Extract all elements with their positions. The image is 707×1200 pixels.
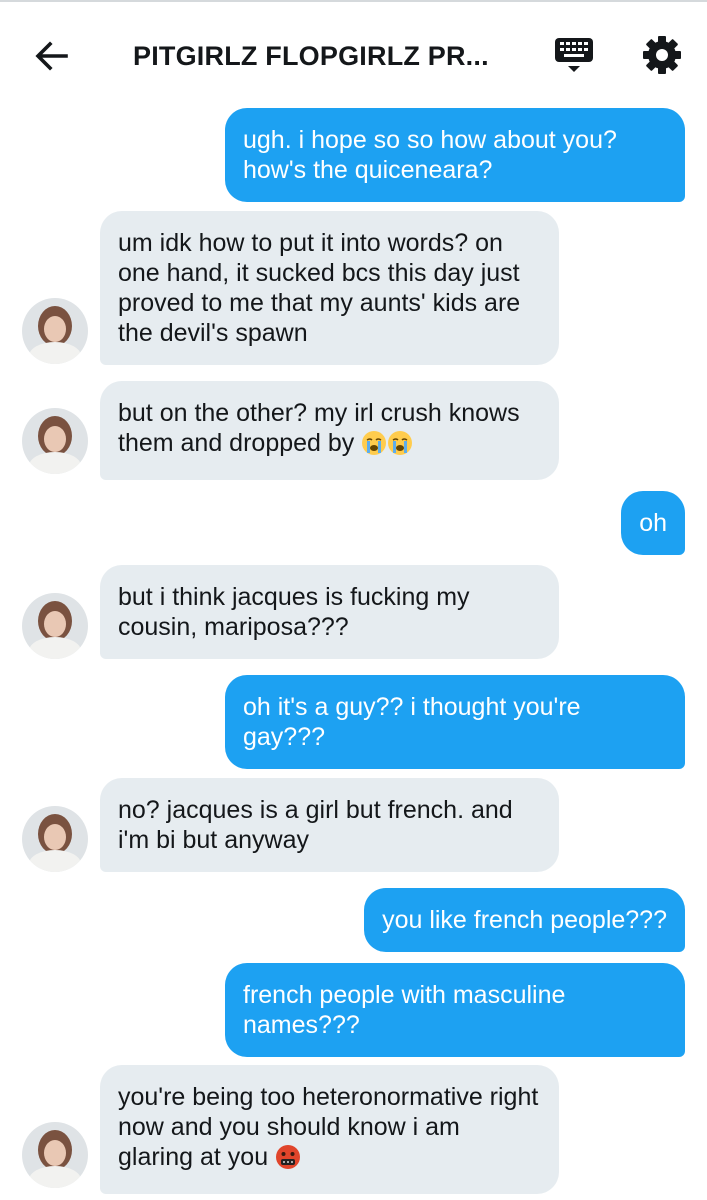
message-text: ugh. i hope so so how about you? how's t… — [243, 126, 617, 184]
message-text: um idk how to put it into words? on one … — [118, 229, 521, 347]
avatar[interactable] — [22, 298, 88, 364]
gear-icon — [643, 36, 681, 74]
face-with-symbols-on-mouth-emoji — [275, 1144, 301, 1177]
back-button[interactable] — [30, 34, 74, 78]
sent-message[interactable]: ugh. i hope so so how about you? how's t… — [225, 108, 685, 202]
avatar[interactable] — [22, 408, 88, 474]
avatar[interactable] — [22, 593, 88, 659]
loudly-crying-face-emoji — [361, 430, 387, 463]
avatar[interactable] — [22, 806, 88, 872]
message-text: oh it's a guy?? i thought you're gay??? — [243, 693, 581, 751]
received-message[interactable]: but i think jacques is fucking my cousin… — [100, 565, 559, 659]
received-message[interactable]: um idk how to put it into words? on one … — [100, 211, 559, 365]
sent-message[interactable]: oh — [621, 491, 685, 555]
received-message[interactable]: but on the other? my irl crush knows the… — [100, 381, 559, 480]
message-text: you like french people??? — [382, 906, 667, 934]
sent-message[interactable]: oh it's a guy?? i thought you're gay??? — [225, 675, 685, 769]
avatar-photo-icon — [22, 408, 88, 474]
message-text: oh — [639, 509, 667, 537]
conversation-title: PITGIRLZ FLOPGIRLZ PR... — [133, 41, 489, 71]
loudly-crying-face-emoji — [387, 430, 413, 463]
avatar-photo-icon — [22, 593, 88, 659]
arrow-left-icon — [35, 41, 68, 71]
received-message[interactable]: you're being too heteronormative right n… — [100, 1065, 559, 1194]
settings-button[interactable] — [639, 32, 685, 78]
sent-message[interactable]: you like french people??? — [364, 888, 685, 952]
received-message[interactable]: no? jacques is a girl but french. and i'… — [100, 778, 559, 872]
conversation-header: PITGIRLZ FLOPGIRLZ PR... — [0, 0, 707, 102]
message-text: french people with masculine names??? — [243, 981, 566, 1039]
avatar-photo-icon — [22, 298, 88, 364]
avatar[interactable] — [22, 1122, 88, 1188]
message-text: no? jacques is a girl but french. and i'… — [118, 796, 513, 854]
message-text: but i think jacques is fucking my cousin… — [118, 583, 470, 641]
keyboard-button[interactable] — [552, 32, 596, 80]
avatar-photo-icon — [22, 806, 88, 872]
message-text: but on the other? my irl crush knows the… — [118, 399, 520, 457]
avatar-photo-icon — [22, 1122, 88, 1188]
message-text: you're being too heteronormative right n… — [118, 1083, 539, 1171]
sent-message[interactable]: french people with masculine names??? — [225, 963, 685, 1057]
keyboard-icon — [555, 38, 593, 72]
